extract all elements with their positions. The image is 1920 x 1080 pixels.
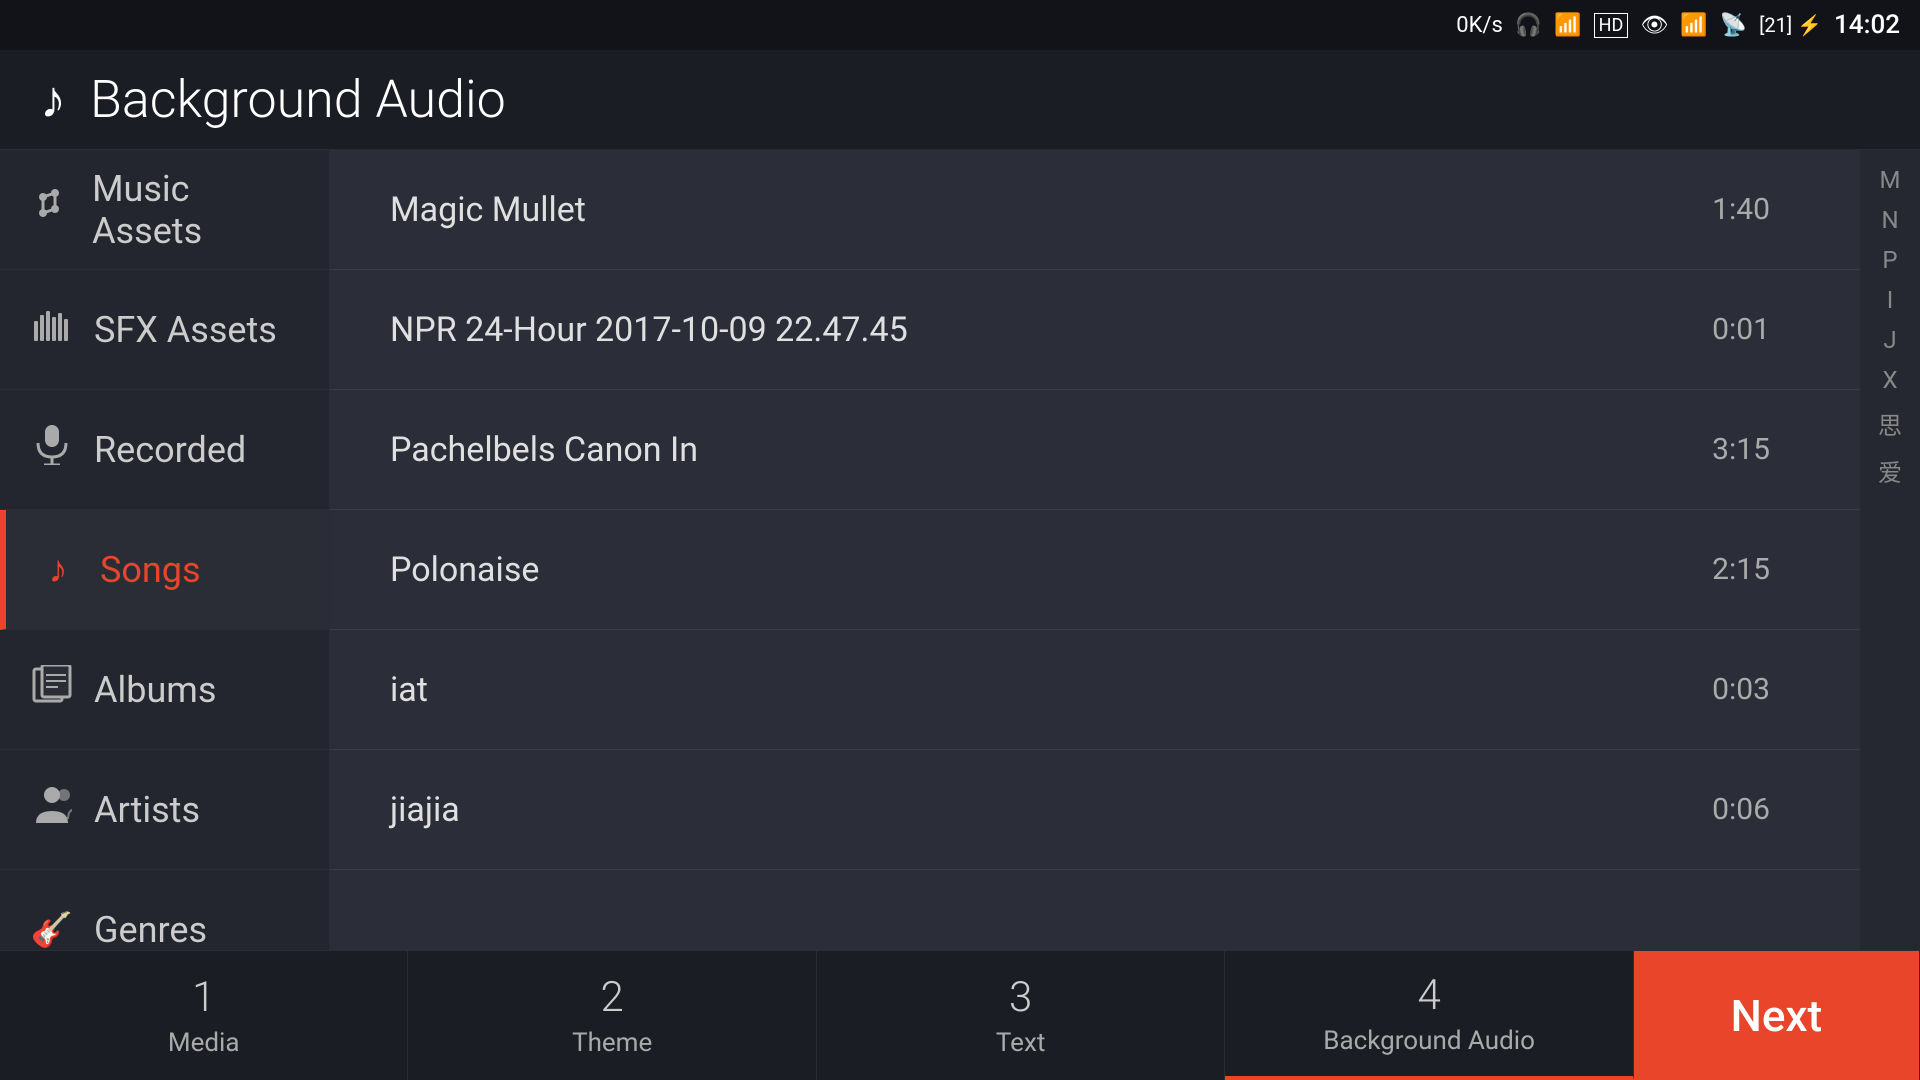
nav-number: 4 [1417, 971, 1440, 1020]
nav-number: 3 [1009, 973, 1032, 1022]
note-icon: ♪ [36, 548, 80, 592]
song-duration: 0:01 [1690, 312, 1770, 347]
nav-item-media[interactable]: 1 Media [0, 951, 408, 1080]
song-title: jiajia [390, 790, 1690, 830]
nav-item-background-audio[interactable]: 4 Background Audio [1225, 951, 1633, 1080]
bottom-nav: 1 Media 2 Theme 3 Text 4 Background Audi… [0, 950, 1920, 1080]
song-row[interactable]: NPR 24-Hour 2017-10-09 22.47.45 0:01 [330, 270, 1860, 390]
alpha-letter[interactable]: X [1860, 360, 1920, 400]
song-title: Magic Mullet [390, 190, 1690, 230]
wifi-icon: 📶 [1680, 13, 1707, 38]
alpha-index: MNPIJX思爱 [1860, 150, 1920, 950]
song-duration: 2:15 [1690, 552, 1770, 587]
sidebar-item-artists-label: Artists [94, 789, 200, 831]
song-duration: 3:15 [1690, 432, 1770, 467]
headphone-icon: 🎧 [1515, 13, 1542, 38]
sidebar-item-artists[interactable]: Artists [0, 750, 329, 870]
sidebar-item-songs-label: Songs [100, 549, 201, 591]
nav-item-text[interactable]: 3 Text [817, 951, 1225, 1080]
song-row[interactable]: iat 0:03 [330, 630, 1860, 750]
sidebar: Music Assets SFX Assets [0, 150, 330, 950]
alpha-letter[interactable]: 思 [1860, 400, 1920, 447]
signal-icon: 📡 [1720, 13, 1747, 38]
speed-indicator: 0K/s [1456, 13, 1503, 38]
nav-label: Theme [572, 1028, 652, 1058]
sidebar-item-music-assets-label: Music Assets [92, 168, 299, 252]
song-row[interactable]: Polonaise 2:15 [330, 510, 1860, 630]
header: ♪ Background Audio [0, 50, 1920, 150]
next-label: Next [1731, 990, 1823, 1042]
genres-icon: 🎸 [30, 910, 74, 950]
eye-icon: 👁 [1640, 13, 1668, 38]
alpha-letter[interactable]: I [1860, 280, 1920, 320]
song-title: Polonaise [390, 550, 1690, 590]
alpha-letter[interactable]: P [1860, 240, 1920, 280]
nav-label: Text [996, 1028, 1045, 1058]
nav-item-theme[interactable]: 2 Theme [408, 951, 816, 1080]
sidebar-item-albums-label: Albums [94, 669, 216, 711]
nav-label: Media [168, 1028, 240, 1058]
sfx-icon [30, 305, 74, 354]
nav-number: 1 [192, 973, 215, 1022]
alpha-letter[interactable]: J [1860, 320, 1920, 360]
sidebar-item-genres-label: Genres [94, 909, 207, 951]
song-row[interactable]: Magic Mullet 1:40 [330, 150, 1860, 270]
song-row[interactable]: jiajia 0:06 [330, 750, 1860, 870]
sidebar-item-recorded[interactable]: Recorded [0, 390, 329, 510]
nav-label: Background Audio [1323, 1026, 1535, 1056]
nav-number: 2 [601, 973, 624, 1022]
song-row[interactable]: Pachelbels Canon In 3:15 [330, 390, 1860, 510]
song-title: NPR 24-Hour 2017-10-09 22.47.45 [390, 310, 1690, 350]
bluetooth-icon: 📶 [1554, 13, 1581, 38]
sidebar-item-recorded-label: Recorded [94, 429, 246, 471]
next-button[interactable]: Next [1634, 951, 1920, 1080]
main-content: Music Assets SFX Assets [0, 150, 1920, 950]
clock: 14:02 [1834, 10, 1900, 40]
sidebar-item-songs[interactable]: ♪ Songs [0, 510, 329, 630]
battery-indicator: [21] ⚡ [1759, 13, 1822, 37]
mic-icon [30, 425, 74, 474]
album-icon [30, 665, 74, 714]
song-title: iat [390, 670, 1690, 710]
song-duration: 1:40 [1690, 192, 1770, 227]
hd-badge: HD [1594, 13, 1629, 38]
sidebar-item-music-assets[interactable]: Music Assets [0, 150, 329, 270]
alpha-letter[interactable]: M [1860, 160, 1920, 200]
alpha-letter[interactable]: 爱 [1860, 447, 1920, 494]
sidebar-item-sfx-assets[interactable]: SFX Assets [0, 270, 329, 390]
song-title: Pachelbels Canon In [390, 430, 1690, 470]
header-music-icon: ♪ [40, 69, 66, 130]
music-assets-icon [30, 185, 72, 234]
song-duration: 0:06 [1690, 792, 1770, 827]
song-list: Magic Mullet 1:40 NPR 24-Hour 2017-10-09… [330, 150, 1860, 950]
header-title: Background Audio [90, 69, 506, 130]
status-bar: 0K/s 🎧 📶 HD 👁 📶 📡 [21] ⚡ 14:02 [0, 0, 1920, 50]
artist-icon [30, 785, 74, 834]
song-duration: 0:03 [1690, 672, 1770, 707]
sidebar-item-sfx-assets-label: SFX Assets [94, 309, 277, 351]
sidebar-item-albums[interactable]: Albums [0, 630, 329, 750]
alpha-letter[interactable]: N [1860, 200, 1920, 240]
